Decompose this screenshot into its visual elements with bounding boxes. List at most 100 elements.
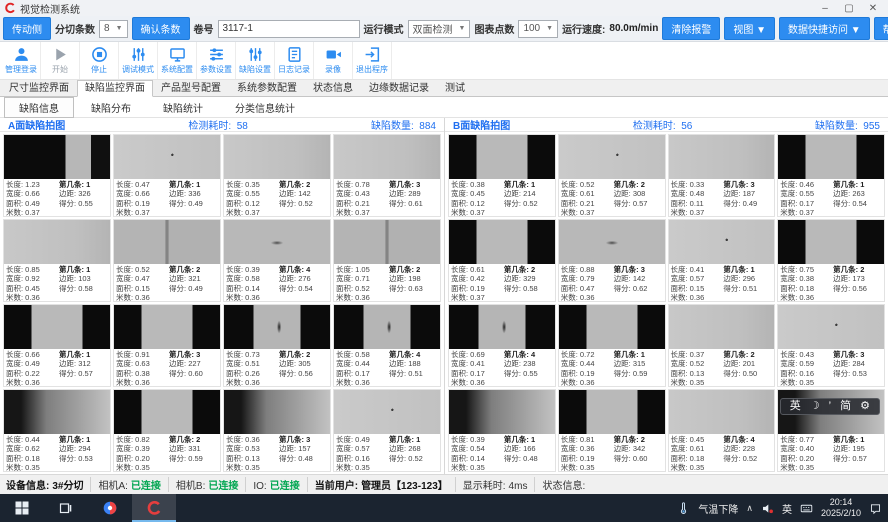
main-tab-4[interactable]: 状态信息 [305, 80, 361, 96]
action-play-button[interactable]: 开始 [41, 42, 80, 79]
defect-cell[interactable]: 952 黑点 |20:14:36 长度: 0.46 宽度: 0.55 面积: 0… [777, 134, 885, 217]
volume-icon[interactable] [761, 502, 774, 515]
ime-item-0[interactable]: 英 [790, 401, 801, 412]
defect-image[interactable] [559, 135, 665, 179]
defect-image[interactable] [114, 135, 220, 179]
roll-number-input[interactable] [218, 20, 360, 38]
defect-cell[interactable]: 941 黑点 |20:14:26 长度: 0.45 宽度: 0.61 面积: 0… [668, 389, 776, 472]
main-tab-1[interactable]: 缺陷监控界面 [77, 80, 153, 97]
action-sliders-v-button[interactable]: 缺陷设置 [236, 42, 275, 79]
defect-image[interactable] [334, 390, 440, 434]
action-log-button[interactable]: 日志记录 [275, 42, 314, 79]
defect-cell[interactable]: 877 氧化 |20:14:31 长度: 1.05 宽度: 0.71 面积: 0… [333, 219, 441, 302]
defect-cell[interactable]: 881 挂伤 |20:14:35 长度: 0.78 宽度: 0.43 面积: 0… [333, 134, 441, 217]
run-mode-select[interactable]: 双面检测▼ [408, 20, 471, 38]
defect-image[interactable] [778, 305, 884, 349]
defect-cell[interactable]: 943 黑点 |20:14:26 长度: 0.39 宽度: 0.54 面积: 0… [448, 389, 556, 472]
defect-image[interactable] [669, 390, 775, 434]
defect-image[interactable] [114, 220, 220, 264]
defect-cell[interactable]: 945 黑点 |20:14:27 长度: 0.37 宽度: 0.52 面积: 0… [668, 304, 776, 387]
defect-image[interactable] [334, 220, 440, 264]
action-tune-button[interactable]: 调试模式 [119, 42, 158, 79]
action-exit-button[interactable]: 退出程序 [353, 42, 392, 79]
defect-cell[interactable]: 946 挂伤 |20:14:28 长度: 0.72 宽度: 0.44 面积: 0… [558, 304, 666, 387]
ime-item-1[interactable]: ☽ [810, 401, 820, 412]
defect-image[interactable] [114, 390, 220, 434]
sub-tab-2[interactable]: 缺陷统计 [148, 97, 218, 118]
defect-image[interactable] [4, 220, 110, 264]
maximize-button[interactable]: ▢ [838, 3, 860, 14]
defect-image[interactable] [334, 135, 440, 179]
taskbar-browser-button[interactable] [88, 494, 132, 522]
taskbar-windows-button[interactable] [0, 494, 44, 522]
defect-image[interactable] [4, 305, 110, 349]
action-sliders-h-button[interactable]: 参数设置 [197, 42, 236, 79]
defect-cell[interactable]: 955 黑点 |20:14:39 长度: 0.38 宽度: 0.45 面积: 0… [448, 134, 556, 217]
defect-cell[interactable]: 951 黑点 |20:14:36 长度: 0.61 宽度: 0.42 面积: 0… [448, 219, 556, 302]
defect-cell[interactable]: 880 压伤 |20:14:35 长度: 0.85 宽度: 0.92 面积: 0… [3, 219, 111, 302]
main-tab-0[interactable]: 尺寸监控界面 [1, 80, 77, 96]
weather-text[interactable]: 气温下降 [698, 501, 738, 516]
defect-image[interactable] [4, 390, 110, 434]
clear-alarm-button[interactable]: 清除报警 [662, 17, 720, 40]
defect-cell[interactable]: 873 压伤 |20:14:30 长度: 0.58 宽度: 0.44 面积: 0… [333, 304, 441, 387]
defect-image[interactable] [559, 220, 665, 264]
defect-cell[interactable]: 954 黑点 |20:14:37 长度: 0.52 宽度: 0.61 面积: 0… [558, 134, 666, 217]
action-stop-button[interactable]: 停止 [80, 42, 119, 79]
taskbar-task-view-button[interactable] [44, 494, 88, 522]
defect-image[interactable] [114, 305, 220, 349]
data-access-menu-button[interactable]: 数据快捷访问 ▼ [779, 17, 870, 40]
defect-cell[interactable]: 942 挂伤 |20:14:26 长度: 0.81 宽度: 0.36 面积: 0… [558, 389, 666, 472]
defect-cell[interactable]: 953 黑点 |20:14:37 长度: 0.33 宽度: 0.48 面积: 0… [668, 134, 776, 217]
defect-cell[interactable]: 874 压伤 |20:14:31 长度: 0.73 宽度: 0.51 面积: 0… [223, 304, 331, 387]
ime-item-3[interactable]: 简 [840, 401, 851, 412]
help-menu-button[interactable]: 帮助 ▼ [874, 17, 888, 40]
confirm-count-button[interactable]: 确认条数 [132, 17, 190, 40]
defect-image[interactable] [559, 305, 665, 349]
defect-image[interactable] [778, 220, 884, 264]
defect-cell[interactable]: 882 黑点 |20:14:35 长度: 0.35 宽度: 0.55 面积: 0… [223, 134, 331, 217]
defect-image[interactable] [449, 305, 555, 349]
defect-image[interactable] [224, 135, 330, 179]
close-button[interactable]: ✕ [862, 3, 884, 14]
sub-tab-3[interactable]: 分类信息统计 [220, 97, 310, 118]
defect-cell[interactable]: 950 小凹坑 |20:14:32 长度: 0.88 宽度: 0.79 面积: … [558, 219, 666, 302]
defect-image[interactable] [224, 390, 330, 434]
defect-image[interactable] [669, 220, 775, 264]
defect-image[interactable] [669, 305, 775, 349]
notification-center-icon[interactable] [869, 502, 882, 515]
sub-tab-1[interactable]: 缺陷分布 [76, 97, 146, 118]
defect-cell[interactable]: 947 挂伤 |20:14:28 长度: 0.69 宽度: 0.41 面积: 0… [448, 304, 556, 387]
defect-cell[interactable]: 944 黑点 |20:14:27 长度: 0.43 宽度: 0.59 面积: 0… [777, 304, 885, 387]
keyboard-icon[interactable] [800, 502, 813, 515]
defect-image[interactable] [224, 305, 330, 349]
sub-tab-0[interactable]: 缺陷信息 [4, 97, 74, 118]
ime-item-4[interactable]: ⚙ [860, 401, 870, 412]
defect-image[interactable] [4, 135, 110, 179]
defect-cell[interactable]: 870 黑点 |20:14:28 长度: 0.36 宽度: 0.53 面积: 0… [223, 389, 331, 472]
main-tab-5[interactable]: 边缘数据记录 [361, 80, 437, 96]
taskbar-app-logo-button[interactable] [132, 494, 176, 522]
main-tab-3[interactable]: 系统参数配置 [229, 80, 305, 96]
tray-expand-icon[interactable]: ∧ [746, 503, 753, 514]
defect-cell[interactable]: 948 挂伤 |20:14:28 长度: 0.75 宽度: 0.38 面积: 0… [777, 219, 885, 302]
defect-image[interactable] [778, 135, 884, 179]
defect-cell[interactable]: 871 挂伤 |20:14:30 长度: 0.82 宽度: 0.39 面积: 0… [113, 389, 221, 472]
defect-image[interactable] [334, 305, 440, 349]
input-language-indicator[interactable]: 英 [782, 501, 792, 516]
defect-cell[interactable]: 869 黑点 |20:14:28 长度: 0.49 宽度: 0.57 面积: 0… [333, 389, 441, 472]
defect-image[interactable] [559, 390, 665, 434]
defect-image[interactable] [449, 390, 555, 434]
defect-cell[interactable]: 878 黑点 |20:14:32 长度: 0.39 宽度: 0.58 面积: 0… [223, 219, 331, 302]
defect-cell[interactable]: 883 黑点 |20:14:37 长度: 0.47 宽度: 0.66 面积: 0… [113, 134, 221, 217]
view-menu-button[interactable]: 视图 ▼ [724, 17, 775, 40]
chart-points-select[interactable]: 100▼ [518, 20, 558, 38]
defect-image[interactable] [224, 220, 330, 264]
defect-cell[interactable]: 949 黑点 |20:14:30 长度: 0.41 宽度: 0.57 面积: 0… [668, 219, 776, 302]
defect-image[interactable] [449, 135, 555, 179]
minimize-button[interactable]: – [814, 3, 836, 14]
main-tab-6[interactable]: 测试 [437, 80, 473, 96]
defect-cell[interactable]: 875 压伤 |20:14:31 长度: 0.91 宽度: 0.63 面积: 0… [113, 304, 221, 387]
defect-cell[interactable]: 876 氧化 |20:14:31 长度: 0.66 宽度: 0.49 面积: 0… [3, 304, 111, 387]
action-camera-button[interactable]: 录像 [314, 42, 353, 79]
